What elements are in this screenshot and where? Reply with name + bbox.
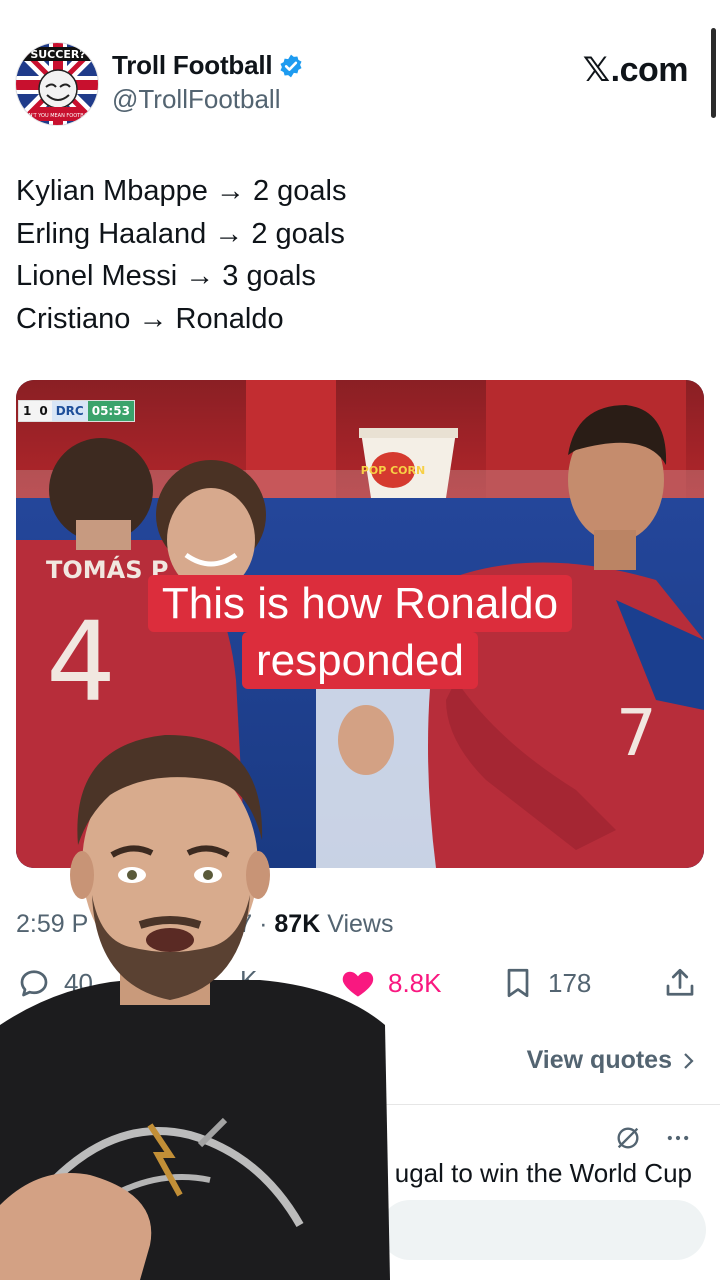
tweet-line: Lionel Messi → 3 goals [16, 260, 316, 292]
tweet-text: Kylian Mbappe → 2 goals Erling Haaland →… [16, 170, 346, 340]
scorebug-team: DRC [51, 401, 88, 421]
reply-tools [614, 1124, 692, 1152]
bookmark-count: 178 [548, 967, 592, 998]
player-right-number: 7 [616, 697, 657, 771]
chevron-right-icon [684, 1052, 694, 1069]
reply-input[interactable] [380, 1200, 706, 1260]
author-avatar[interactable]: SUCCER? DON'T YOU MEAN FOOTBALL? [15, 42, 99, 126]
avatar-text: SUCCER? [30, 48, 85, 61]
bookmark-icon [507, 968, 529, 998]
video-caption: This is how Ronaldo responded [0, 575, 720, 689]
tweet-header: SUCCER? DON'T YOU MEAN FOOTBALL? Troll F… [0, 30, 720, 140]
author-handle[interactable]: @TrollFootball [112, 84, 280, 115]
site-label-text: .com [610, 50, 689, 89]
bookmark-button[interactable]: 178 [500, 965, 591, 1001]
author-name-row[interactable]: Troll Football [112, 50, 304, 81]
avatar-subtext: DON'T YOU MEAN FOOTBALL? [21, 113, 96, 119]
scrollbar[interactable] [711, 28, 716, 118]
view-quotes-link[interactable]: View quotes [527, 1046, 696, 1075]
share-icon [666, 968, 694, 996]
share-button[interactable] [662, 965, 698, 1001]
caption-line: responded [242, 632, 478, 689]
scorebug-clock: 05:53 [87, 401, 134, 421]
tweet-line: Cristiano → Ronaldo [16, 302, 284, 335]
site-label: 𝕏 .com [582, 50, 689, 90]
grok-icon[interactable] [614, 1124, 642, 1152]
caption-line: This is how Ronaldo [147, 575, 573, 632]
more-options-icon[interactable] [664, 1124, 692, 1152]
avatar-union-jack-troll: SUCCER? DON'T YOU MEAN FOOTBALL? [16, 43, 98, 125]
presenter-overlay [0, 725, 390, 1280]
tweet-line: Erling Haaland → 2 goals [16, 217, 345, 250]
scorebug-score-home: 1 [19, 401, 36, 421]
scorebug-score-away: 0 [35, 401, 52, 421]
presenter-figure [0, 734, 390, 1280]
view-quotes-label: View quotes [526, 1046, 672, 1074]
author-name[interactable]: Troll Football [112, 50, 273, 81]
tweet-line: Kylian Mbappe → 2 goals [16, 175, 347, 207]
scorebug: 1 0 DRC 05:53 [18, 400, 135, 422]
x-logo-icon: 𝕏 [582, 50, 610, 90]
popcorn-text: POP CORN [361, 464, 425, 477]
verified-badge-icon [280, 54, 302, 77]
like-count: 8.8K [388, 967, 442, 998]
